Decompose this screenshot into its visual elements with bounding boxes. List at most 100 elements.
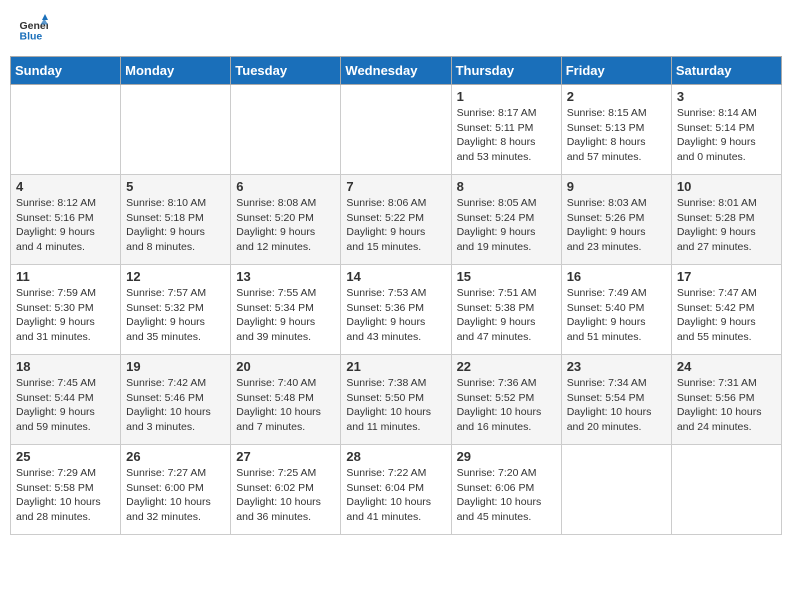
day-number: 4 bbox=[16, 179, 115, 194]
logo: General Blue bbox=[18, 14, 52, 44]
day-info: Sunrise: 8:17 AM Sunset: 5:11 PM Dayligh… bbox=[457, 106, 556, 165]
day-info: Sunrise: 7:27 AM Sunset: 6:00 PM Dayligh… bbox=[126, 466, 225, 525]
calendar-cell: 11 Sunrise: 7:59 AM Sunset: 5:30 PM Dayli… bbox=[11, 265, 121, 355]
day-number: 19 bbox=[126, 359, 225, 374]
col-header-saturday: Saturday bbox=[671, 57, 781, 85]
calendar-cell: 23Sunrise: 7:34 AM Sunset: 5:54 PM Dayli… bbox=[561, 355, 671, 445]
calendar-cell: 22 Sunrise: 7:36 AM Sunset: 5:52 PM Dayli… bbox=[451, 355, 561, 445]
calendar-cell: 18 Sunrise: 7:45 AM Sunset: 5:44 PM Dayli… bbox=[11, 355, 121, 445]
calendar-cell: 2 Sunrise: 8:15 AM Sunset: 5:13 PM Daylig… bbox=[561, 85, 671, 175]
day-info: Sunrise: 7:55 AM Sunset: 5:34 PM Dayligh… bbox=[236, 286, 335, 345]
day-number: 2 bbox=[567, 89, 666, 104]
day-number: 16 bbox=[567, 269, 666, 284]
day-info: Sunrise: 7:45 AM Sunset: 5:44 PM Dayligh… bbox=[16, 376, 115, 435]
day-info: Sunrise: 7:40 AM Sunset: 5:48 PM Dayligh… bbox=[236, 376, 335, 435]
day-info: Sunrise: 8:08 AM Sunset: 5:20 PM Dayligh… bbox=[236, 196, 335, 255]
day-number: 12 bbox=[126, 269, 225, 284]
day-info: Sunrise: 7:29 AM Sunset: 5:58 PM Dayligh… bbox=[16, 466, 115, 525]
day-info: Sunrise: 7:51 AM Sunset: 5:38 PM Dayligh… bbox=[457, 286, 556, 345]
day-info: Sunrise: 8:05 AM Sunset: 5:24 PM Dayligh… bbox=[457, 196, 556, 255]
calendar-cell: 6 Sunrise: 8:08 AM Sunset: 5:20 PM Daylig… bbox=[231, 175, 341, 265]
calendar-cell: 5 Sunrise: 8:10 AM Sunset: 5:18 PM Daylig… bbox=[121, 175, 231, 265]
day-number: 21 bbox=[346, 359, 445, 374]
day-number: 27 bbox=[236, 449, 335, 464]
day-number: 5 bbox=[126, 179, 225, 194]
calendar-cell bbox=[561, 445, 671, 535]
day-info: Sunrise: 7:31 AM Sunset: 5:56 PM Dayligh… bbox=[677, 376, 776, 435]
calendar-cell: 14 Sunrise: 7:53 AM Sunset: 5:36 PM Dayli… bbox=[341, 265, 451, 355]
day-number: 15 bbox=[457, 269, 556, 284]
calendar-cell: 15 Sunrise: 7:51 AM Sunset: 5:38 PM Dayli… bbox=[451, 265, 561, 355]
day-number: 6 bbox=[236, 179, 335, 194]
calendar-cell: 13 Sunrise: 7:55 AM Sunset: 5:34 PM Dayli… bbox=[231, 265, 341, 355]
calendar-cell bbox=[231, 85, 341, 175]
day-number: 20 bbox=[236, 359, 335, 374]
calendar-cell: 29 Sunrise: 7:20 AM Sunset: 6:06 PM Dayli… bbox=[451, 445, 561, 535]
calendar-cell: 9 Sunrise: 8:03 AM Sunset: 5:26 PM Daylig… bbox=[561, 175, 671, 265]
calendar-cell: 26 Sunrise: 7:27 AM Sunset: 6:00 PM Dayli… bbox=[121, 445, 231, 535]
calendar-cell: 12 Sunrise: 7:57 AM Sunset: 5:32 PM Dayli… bbox=[121, 265, 231, 355]
svg-text:Blue: Blue bbox=[20, 31, 43, 43]
day-number: 7 bbox=[346, 179, 445, 194]
day-info: Sunrise: 8:10 AM Sunset: 5:18 PM Dayligh… bbox=[126, 196, 225, 255]
calendar-cell bbox=[671, 445, 781, 535]
calendar-cell: 27 Sunrise: 7:25 AM Sunset: 6:02 PM Dayli… bbox=[231, 445, 341, 535]
day-info: Sunrise: 7:53 AM Sunset: 5:36 PM Dayligh… bbox=[346, 286, 445, 345]
day-info: Sunrise: 8:14 AM Sunset: 5:14 PM Dayligh… bbox=[677, 106, 776, 165]
col-header-tuesday: Tuesday bbox=[231, 57, 341, 85]
day-info: Sunrise: 7:20 AM Sunset: 6:06 PM Dayligh… bbox=[457, 466, 556, 525]
calendar-cell: 1 Sunrise: 8:17 AM Sunset: 5:11 PM Daylig… bbox=[451, 85, 561, 175]
calendar-cell: 24 Sunrise: 7:31 AM Sunset: 5:56 PM Dayli… bbox=[671, 355, 781, 445]
calendar-cell: 3 Sunrise: 8:14 AM Sunset: 5:14 PM Daylig… bbox=[671, 85, 781, 175]
calendar-cell: 19 Sunrise: 7:42 AM Sunset: 5:46 PM Dayli… bbox=[121, 355, 231, 445]
col-header-wednesday: Wednesday bbox=[341, 57, 451, 85]
day-info: Sunrise: 7:38 AM Sunset: 5:50 PM Dayligh… bbox=[346, 376, 445, 435]
calendar-table: SundayMondayTuesdayWednesdayThursdayFrid… bbox=[10, 56, 782, 535]
day-info: Sunrise: 7:57 AM Sunset: 5:32 PM Dayligh… bbox=[126, 286, 225, 345]
calendar-cell bbox=[11, 85, 121, 175]
day-info: Sunrise: 7:49 AM Sunset: 5:40 PM Dayligh… bbox=[567, 286, 666, 345]
calendar-cell: 17 Sunrise: 7:47 AM Sunset: 5:42 PM Dayli… bbox=[671, 265, 781, 355]
calendar-cell: 16 Sunrise: 7:49 AM Sunset: 5:40 PM Dayli… bbox=[561, 265, 671, 355]
day-number: 13 bbox=[236, 269, 335, 284]
day-number: 26 bbox=[126, 449, 225, 464]
calendar-cell: 21 Sunrise: 7:38 AM Sunset: 5:50 PM Dayli… bbox=[341, 355, 451, 445]
day-number: 22 bbox=[457, 359, 556, 374]
calendar-cell: 4 Sunrise: 8:12 AM Sunset: 5:16 PM Daylig… bbox=[11, 175, 121, 265]
col-header-sunday: Sunday bbox=[11, 57, 121, 85]
day-info: Sunrise: 8:03 AM Sunset: 5:26 PM Dayligh… bbox=[567, 196, 666, 255]
day-number: 3 bbox=[677, 89, 776, 104]
day-info: Sunrise: 8:15 AM Sunset: 5:13 PM Dayligh… bbox=[567, 106, 666, 165]
day-info: Sunrise: 7:36 AM Sunset: 5:52 PM Dayligh… bbox=[457, 376, 556, 435]
day-number: 11 bbox=[16, 269, 115, 284]
day-info: Sunrise: 7:42 AM Sunset: 5:46 PM Dayligh… bbox=[126, 376, 225, 435]
day-info: Sunrise: 7:47 AM Sunset: 5:42 PM Dayligh… bbox=[677, 286, 776, 345]
day-info: Sunrise: 8:12 AM Sunset: 5:16 PM Dayligh… bbox=[16, 196, 115, 255]
day-info: Sunrise: 7:25 AM Sunset: 6:02 PM Dayligh… bbox=[236, 466, 335, 525]
logo-icon: General Blue bbox=[18, 14, 48, 44]
day-info: Sunrise: 7:59 AM Sunset: 5:30 PM Dayligh… bbox=[16, 286, 115, 345]
day-number: 10 bbox=[677, 179, 776, 194]
day-number: 25 bbox=[16, 449, 115, 464]
day-number: 17 bbox=[677, 269, 776, 284]
day-info: Sunrise: 8:06 AM Sunset: 5:22 PM Dayligh… bbox=[346, 196, 445, 255]
day-number: 14 bbox=[346, 269, 445, 284]
day-number: 24 bbox=[677, 359, 776, 374]
calendar-cell: 28Sunrise: 7:22 AM Sunset: 6:04 PM Dayli… bbox=[341, 445, 451, 535]
calendar-cell: 20 Sunrise: 7:40 AM Sunset: 5:48 PM Dayli… bbox=[231, 355, 341, 445]
calendar-cell bbox=[121, 85, 231, 175]
col-header-thursday: Thursday bbox=[451, 57, 561, 85]
calendar-cell: 10 Sunrise: 8:01 AM Sunset: 5:28 PM Dayli… bbox=[671, 175, 781, 265]
day-number: 29 bbox=[457, 449, 556, 464]
day-info: Sunrise: 8:01 AM Sunset: 5:28 PM Dayligh… bbox=[677, 196, 776, 255]
page-header: General Blue bbox=[10, 10, 782, 48]
day-info: Sunrise: 7:34 AM Sunset: 5:54 PM Dayligh… bbox=[567, 376, 666, 435]
col-header-friday: Friday bbox=[561, 57, 671, 85]
day-number: 9 bbox=[567, 179, 666, 194]
day-number: 18 bbox=[16, 359, 115, 374]
calendar-cell bbox=[341, 85, 451, 175]
calendar-cell: 25 Sunrise: 7:29 AM Sunset: 5:58 PM Dayli… bbox=[11, 445, 121, 535]
day-number: 1 bbox=[457, 89, 556, 104]
day-number: 28 bbox=[346, 449, 445, 464]
calendar-cell: 8Sunrise: 8:05 AM Sunset: 5:24 PM Daylig… bbox=[451, 175, 561, 265]
